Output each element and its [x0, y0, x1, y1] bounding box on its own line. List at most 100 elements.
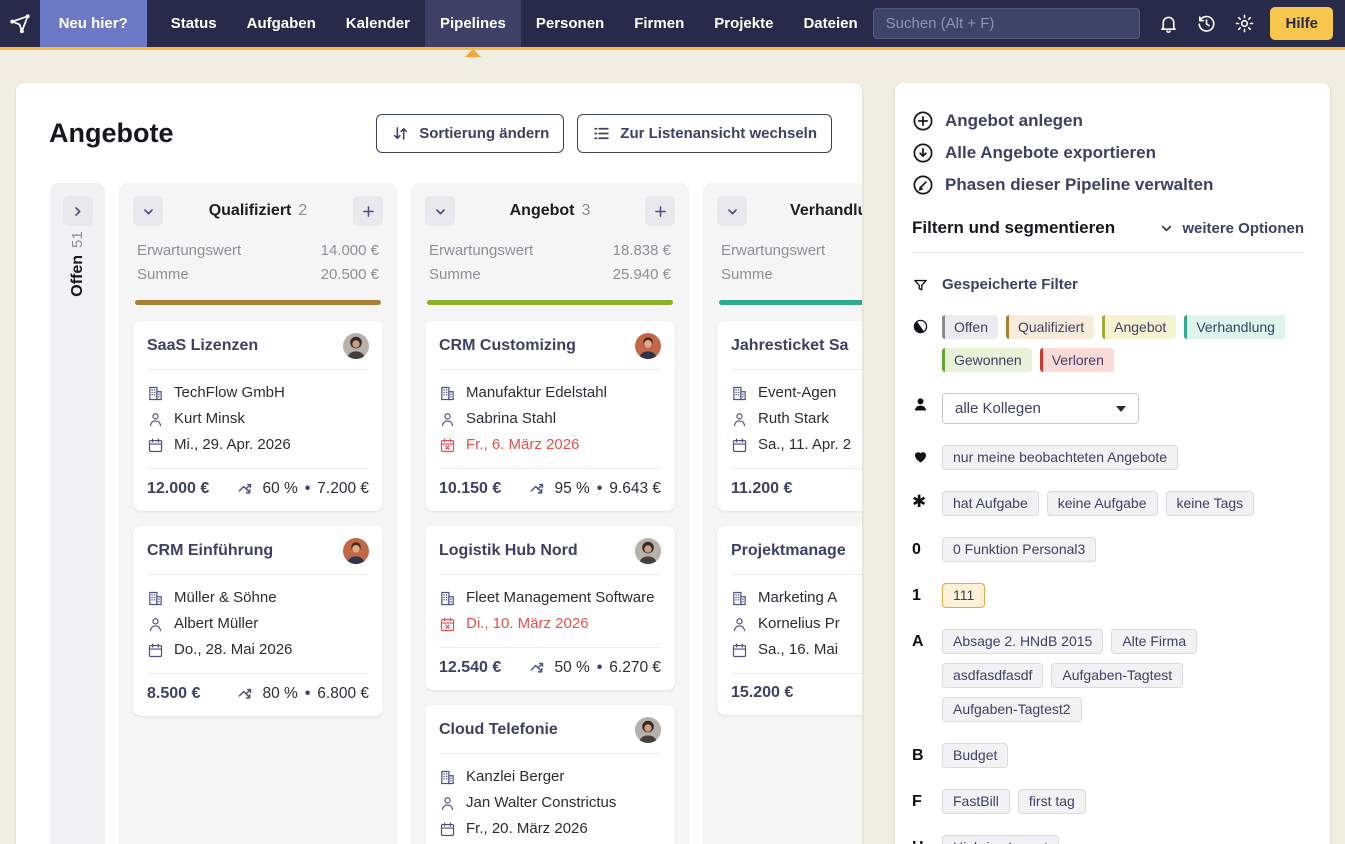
app-logo[interactable] [0, 0, 40, 47]
separator-dot: • [305, 685, 310, 703]
tag-group-chips: 0 Funktion Personal3 [942, 537, 1304, 562]
manage-phases-action[interactable]: Phasen dieser Pipeline verwalten [912, 174, 1304, 196]
nav-item[interactable]: Kalender [331, 0, 425, 47]
deal-card[interactable]: SaaS Lizenzen TechFlow GmbH Kurt Minsk M… [133, 321, 383, 511]
tag-filter-chip[interactable]: Highrise Import [942, 835, 1059, 844]
collapse-column-button[interactable] [717, 196, 747, 226]
due-date: Do., 28. Mai 2026 [174, 637, 292, 663]
deal-card[interactable]: Projektmanage Marketing A Kornelius Pr S… [717, 526, 862, 715]
owner-avatar [343, 538, 369, 564]
pipeline-board-panel: Angebote Sortierung ändern Zur Listenans… [16, 83, 862, 844]
tag-group-chips: 111 [942, 583, 1304, 608]
stage-filter-chip[interactable]: Gewonnen [942, 348, 1032, 372]
expected-label: Erwartungswert [429, 239, 533, 263]
change-sorting-button[interactable]: Sortierung ändern [376, 114, 564, 153]
tag-filter-chip[interactable]: 0 Funktion Personal3 [942, 537, 1096, 562]
tag-filter-chip[interactable]: Aufgaben-Tagtest2 [942, 697, 1082, 722]
sort-arrows-icon [391, 124, 410, 143]
deal-value: 8.500 € [147, 685, 200, 703]
history-icon[interactable] [1196, 13, 1217, 34]
list-icon [592, 124, 611, 143]
divider [439, 468, 661, 469]
deal-card[interactable]: Cloud Telefonie Kanzlei Berger Jan Walte… [425, 705, 675, 844]
nav-item-label: Aufgaben [247, 15, 316, 32]
nav-item[interactable]: Neu hier? [40, 0, 147, 47]
collapse-column-button[interactable] [133, 196, 163, 226]
tag-filter-chip[interactable]: Aufgaben-Tagtest [1051, 663, 1183, 688]
tag-filter-chip[interactable]: hat Aufgabe [942, 491, 1039, 516]
nav-item[interactable]: Dateien [788, 0, 872, 47]
expand-column-button[interactable] [63, 196, 93, 226]
tag-filter-chip[interactable]: Absage 2. HNdB 2015 [942, 629, 1103, 654]
tag-filter-chip[interactable]: first tag [1018, 789, 1086, 814]
colleagues-select[interactable]: alle Kollegen [942, 393, 1139, 424]
add-card-button[interactable] [645, 196, 675, 226]
kanban-board: Offen51 Qualifiziert2 Erwartungswert14.0… [50, 183, 862, 844]
saved-filters-link[interactable]: Gespeicherte Filter [942, 274, 1078, 293]
deal-card[interactable]: CRM Einführung Müller & Söhne Albert Mül… [133, 526, 383, 716]
nav-item[interactable]: Firmen [619, 0, 699, 47]
nav-item[interactable]: Status [156, 0, 232, 47]
watched-offers-filter-chip[interactable]: nur meine beobachteten Angebote [942, 445, 1178, 470]
export-offers-action[interactable]: Alle Angebote exportieren [912, 142, 1304, 164]
column-cards: Jahresticket Sa Event-Agen Ruth Stark Sa… [717, 321, 862, 715]
contrast-icon [912, 315, 942, 335]
probability: 60 % [263, 480, 298, 498]
stage-filter-chip[interactable]: Angebot [1102, 315, 1176, 339]
help-button[interactable]: Hilfe [1270, 7, 1333, 40]
separator-dot: • [305, 480, 310, 498]
collapsed-column-offen[interactable]: Offen51 [50, 183, 105, 844]
nav-item[interactable]: Projekte [699, 0, 788, 47]
tag-filter-chip[interactable]: Alte Firma [1111, 629, 1197, 654]
person-name: Albert Müller [174, 611, 258, 637]
trend-icon [237, 684, 256, 703]
nav-item[interactable]: Personen [521, 0, 619, 47]
stage-filter-chip[interactable]: Offen [942, 315, 998, 339]
stage-filter-chip[interactable]: Verhandlung [1184, 315, 1285, 339]
tag-filter-chip[interactable]: 111 [942, 583, 985, 608]
column-color-bar [135, 300, 381, 305]
tag-group-letter: A [912, 629, 942, 651]
collapsed-column-label: Offen51 [69, 231, 87, 296]
avatar-woman-photo [343, 333, 369, 359]
calendar-icon [731, 437, 748, 454]
deal-card[interactable]: Logistik Hub Nord Fleet Management Softw… [425, 526, 675, 690]
tag-group: B Budget [912, 743, 1304, 768]
column-title: Qualifiziert [209, 202, 292, 219]
calendar-overdue-icon [439, 437, 456, 454]
person-name: Sabrina Stahl [466, 406, 556, 432]
tag-filter-chip[interactable]: asdfasdfasdf [942, 663, 1043, 688]
owner-avatar [635, 538, 661, 564]
building-icon [731, 385, 748, 402]
create-offer-action[interactable]: Angebot anlegen [912, 110, 1304, 132]
tag-group-letter: 1 [912, 583, 942, 605]
more-options-toggle[interactable]: weitere Optionen [1159, 220, 1304, 237]
nav-item[interactable]: Pipelines [425, 0, 521, 47]
nav-item[interactable]: Aufgaben [232, 0, 331, 47]
gear-icon[interactable] [1234, 13, 1255, 34]
collapse-column-button[interactable] [425, 196, 455, 226]
due-date: Fr., 20. März 2026 [466, 816, 588, 842]
top-navbar: Neu hier? Status Aufgaben Kalender Pipel… [0, 0, 1345, 50]
divider [439, 369, 661, 370]
deal-card[interactable]: CRM Customizing Manufaktur Edelstahl Sab… [425, 321, 675, 511]
tag-filter-chip[interactable]: keine Aufgabe [1047, 491, 1158, 516]
search-input[interactable] [873, 8, 1141, 39]
due-date: Sa., 16. Mai [758, 637, 838, 663]
deal-card[interactable]: Jahresticket Sa Event-Agen Ruth Stark Sa… [717, 321, 862, 511]
asterisk-icon: ✱ [912, 491, 942, 512]
list-view-button[interactable]: Zur Listenansicht wechseln [577, 114, 832, 153]
column-color-bar [427, 300, 673, 305]
nav-item-label: Kalender [346, 15, 410, 32]
avatar-woman-photo [635, 717, 661, 743]
tag-filter-chip[interactable]: Budget [942, 743, 1008, 768]
kanban-columns: Qualifiziert2 Erwartungswert14.000 € Sum… [119, 183, 862, 844]
bell-icon[interactable] [1158, 13, 1179, 34]
owner-avatar [343, 333, 369, 359]
add-card-button[interactable] [353, 196, 383, 226]
stage-filter-chip[interactable]: Verloren [1040, 348, 1114, 372]
stage-filter-chip[interactable]: Qualifiziert [1006, 315, 1094, 339]
chevron-down-icon [140, 203, 157, 220]
tag-filter-chip[interactable]: keine Tags [1166, 491, 1255, 516]
tag-filter-chip[interactable]: FastBill [942, 789, 1010, 814]
